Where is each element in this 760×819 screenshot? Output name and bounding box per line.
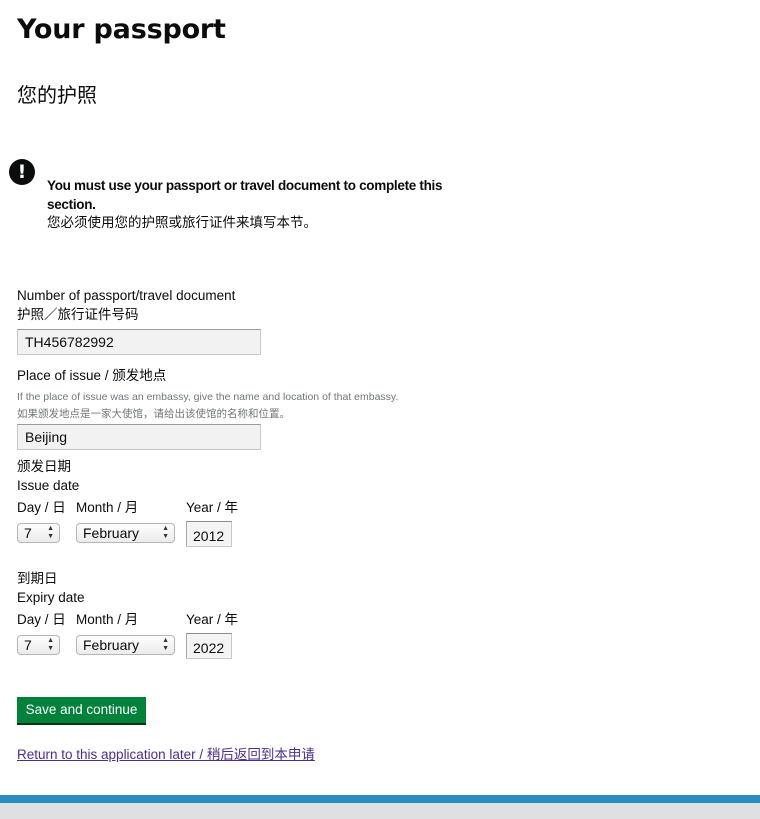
select-arrows-icon: ▲ ▼	[47, 637, 54, 652]
expiry-date-label-zh: 到期日	[17, 571, 58, 586]
issue-year-label: Year / 年	[186, 500, 239, 515]
issue-date-label: Issue date	[17, 478, 80, 493]
select-arrows-icon: ▲ ▼	[47, 525, 54, 540]
expiry-date-label: Expiry date	[17, 590, 85, 605]
expiry-month-label: Month / 月	[76, 612, 139, 627]
expiry-day-label: Day / 日	[17, 612, 66, 627]
select-arrows-icon: ▲ ▼	[162, 637, 169, 652]
expiry-day-select[interactable]: 7 ▲ ▼	[17, 635, 60, 655]
issue-year-input[interactable]	[186, 521, 232, 547]
issue-month-value: February	[83, 525, 140, 541]
return-later-link[interactable]: Return to this application later / 稍后返回到…	[17, 743, 315, 763]
select-arrows-icon: ▲ ▼	[162, 525, 169, 540]
expiry-day-value: 7	[24, 637, 32, 653]
passport-number-label: Number of passport/travel document	[17, 288, 236, 303]
issue-month-select[interactable]: February ▲ ▼	[76, 523, 175, 543]
issue-day-select[interactable]: 7 ▲ ▼	[17, 523, 60, 543]
passport-number-input[interactable]	[17, 329, 261, 355]
passport-number-label-zh: 护照／旅行证件号码	[17, 307, 139, 322]
footer	[0, 803, 760, 819]
expiry-month-value: February	[83, 637, 140, 653]
place-of-issue-hint: If the place of issue was an embassy, gi…	[17, 391, 399, 403]
expiry-month-select[interactable]: February ▲ ▼	[76, 635, 175, 655]
issue-month-label: Month / 月	[76, 500, 139, 515]
place-of-issue-input[interactable]	[17, 424, 261, 450]
notice-text: You must use your passport or travel doc…	[47, 178, 443, 212]
page-title-zh: 您的护照	[17, 83, 97, 107]
save-and-continue-button[interactable]: Save and continue	[17, 697, 146, 723]
notice-text-zh: 您必须使用您的护照或旅行证件来填写本节。	[47, 215, 317, 230]
issue-date-label-zh: 颁发日期	[17, 459, 71, 474]
place-of-issue-hint-zh: 如果颁发地点是一家大使馆，请给出该使馆的名称和位置。	[17, 408, 290, 420]
issue-day-value: 7	[24, 525, 32, 541]
page-title: Your passport	[17, 14, 226, 45]
expiry-year-input[interactable]	[186, 633, 232, 659]
issue-day-label: Day / 日	[17, 500, 66, 515]
exclamation-icon: !	[9, 159, 35, 185]
place-of-issue-label: Place of issue / 颁发地点	[17, 368, 167, 383]
footer-top-bar	[0, 795, 760, 803]
expiry-year-label: Year / 年	[186, 612, 239, 627]
